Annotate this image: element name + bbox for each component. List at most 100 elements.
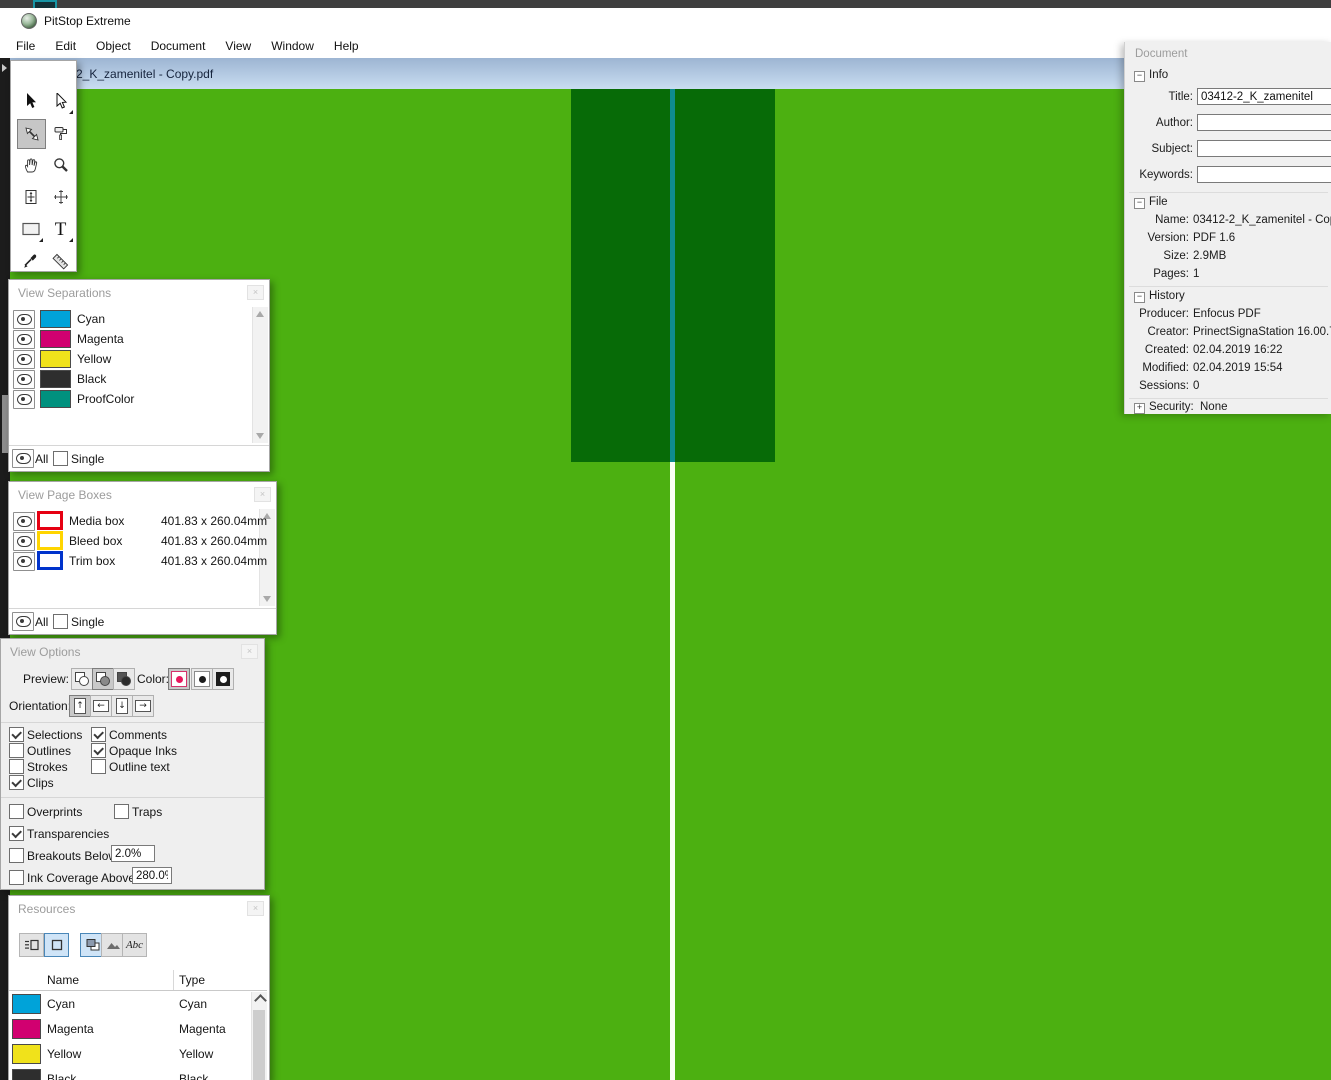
security-label: Security: (1149, 401, 1194, 413)
breakouts-below-checkbox[interactable] (9, 848, 24, 863)
collapse-icon[interactable] (1134, 198, 1145, 209)
orientation-right-button[interactable]: → (132, 695, 154, 717)
document-caption-text: 2_K_zamenitel - Copy.pdf (76, 66, 214, 81)
eye-toggle-black[interactable] (13, 370, 35, 389)
column-divider (173, 970, 174, 990)
creator-value: PrinectSignaStation 16.00.71 (1193, 326, 1331, 338)
menu-file[interactable]: File (6, 35, 45, 57)
preview-mode-1-button[interactable] (71, 668, 93, 690)
collapse-icon[interactable] (1134, 71, 1145, 82)
collapse-icon[interactable] (1134, 292, 1145, 303)
author-field[interactable] (1197, 114, 1331, 131)
rectangle-tool[interactable] (17, 215, 44, 243)
scroll-down-icon[interactable] (263, 596, 271, 602)
separations-scrollbar[interactable] (252, 307, 268, 443)
cyan-swatch (12, 994, 41, 1014)
select-tool[interactable] (17, 87, 44, 115)
menu-document[interactable]: Document (141, 35, 216, 57)
outlines-checkbox[interactable] (9, 743, 24, 758)
title-field[interactable] (1197, 88, 1331, 105)
crosshair-tool[interactable] (47, 183, 74, 211)
column-header-name[interactable]: Name (47, 973, 79, 987)
scroll-up-icon[interactable] (254, 994, 267, 1007)
orientation-up-button-selected[interactable]: ↑ (69, 695, 91, 717)
eyedropper-tool[interactable] (17, 247, 44, 275)
direct-select-tool[interactable] (47, 87, 74, 115)
ink-coverage-field[interactable] (132, 867, 172, 884)
page-up-icon: ↑ (74, 698, 86, 714)
eye-toggle-cyan[interactable] (13, 310, 35, 329)
menu-view[interactable]: View (215, 35, 261, 57)
list-view-icon (25, 939, 39, 951)
eye-toggle-proofcolor[interactable] (13, 390, 35, 409)
preview-mode-2-button-selected[interactable] (92, 668, 114, 690)
scroll-down-icon[interactable] (256, 433, 264, 439)
preview-mode-3-button[interactable] (113, 668, 135, 690)
hand-pan-tool[interactable] (17, 151, 44, 179)
transparencies-label: Transparencies (27, 827, 110, 841)
text-tool[interactable]: T (47, 215, 74, 243)
opaque-inks-checkbox[interactable] (91, 743, 106, 758)
menu-window[interactable]: Window (261, 35, 324, 57)
orientation-label: Orientation: (9, 699, 72, 713)
eye-toggle-magenta[interactable] (13, 330, 35, 349)
orientation-down-button[interactable]: ↓ (111, 695, 133, 717)
eye-toggle-trim-box[interactable] (13, 552, 35, 571)
transparencies-checkbox[interactable] (9, 826, 24, 841)
page-box-tool[interactable] (17, 183, 44, 211)
panel-title: Document (1135, 48, 1188, 60)
all-eye-button[interactable] (12, 449, 34, 468)
close-icon[interactable] (247, 285, 264, 300)
dock-expand-arrow-icon[interactable] (2, 64, 7, 72)
document-caption-bar[interactable]: 2_K_zamenitel - Copy.pdf (0, 58, 1124, 89)
eye-toggle-media-box[interactable] (13, 512, 35, 531)
menu-object[interactable]: Object (86, 35, 141, 57)
scroll-thumb[interactable] (253, 1010, 265, 1080)
resource-name[interactable]: Cyan (47, 997, 75, 1011)
color-mode-gray-button[interactable] (191, 668, 213, 690)
clips-checkbox[interactable] (9, 775, 24, 790)
ink-coverage-checkbox[interactable] (9, 870, 24, 885)
eye-toggle-yellow[interactable] (13, 350, 35, 369)
single-checkbox[interactable] (53, 451, 68, 466)
menu-edit[interactable]: Edit (45, 35, 86, 57)
grid-view-button-selected[interactable] (44, 933, 69, 957)
orientation-left-button[interactable]: ← (90, 695, 112, 717)
color-mode-invert-button[interactable] (212, 668, 234, 690)
subject-field[interactable] (1197, 140, 1331, 157)
column-header-type[interactable]: Type (179, 973, 205, 987)
clips-label: Clips (27, 776, 54, 790)
paint-roller-tool[interactable] (47, 119, 74, 147)
measure-tool[interactable] (47, 247, 74, 275)
breakouts-below-field[interactable] (111, 845, 155, 862)
strokes-checkbox[interactable] (9, 759, 24, 774)
traps-checkbox[interactable] (114, 804, 129, 819)
close-icon[interactable] (254, 487, 271, 502)
resource-name[interactable]: Yellow (47, 1047, 81, 1061)
outline-text-checkbox[interactable] (91, 759, 106, 774)
close-icon[interactable] (247, 901, 264, 916)
list-view-button[interactable] (19, 933, 44, 957)
scroll-up-icon[interactable] (256, 311, 264, 317)
overprints-checkbox[interactable] (9, 804, 24, 819)
white-center-line (670, 462, 675, 1080)
comments-checkbox[interactable] (91, 727, 106, 742)
all-eye-button[interactable] (12, 612, 34, 631)
eye-icon (16, 374, 32, 385)
resource-type: Black (179, 1072, 209, 1080)
menu-help[interactable]: Help (324, 35, 369, 57)
selections-checkbox[interactable] (9, 727, 24, 742)
keywords-field[interactable] (1197, 166, 1331, 183)
resource-name[interactable]: Black (47, 1072, 76, 1080)
eye-toggle-bleed-box[interactable] (13, 532, 35, 551)
resources-scrollbar[interactable] (251, 992, 267, 1080)
move-transform-tool-selected[interactable] (17, 119, 46, 149)
font-resources-button[interactable]: Abc (122, 933, 147, 957)
single-checkbox[interactable] (53, 614, 68, 629)
all-label: All (35, 615, 49, 629)
close-icon[interactable] (241, 644, 258, 659)
zoom-tool[interactable] (47, 151, 74, 179)
color-mode-cmyk-button-selected[interactable] (168, 668, 190, 690)
resource-name[interactable]: Magenta (47, 1022, 94, 1036)
expand-icon[interactable] (1134, 403, 1145, 414)
